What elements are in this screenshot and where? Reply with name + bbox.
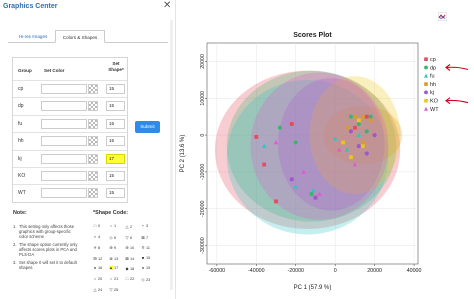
annotation-arrow-dp [445,66,469,71]
legend-label-fu: fu [430,74,435,80]
legend-label-cp: cp [430,57,436,63]
scores-plot: -60000 -40000 -20000 0 20000 40000 -30000 -2000… [180,32,469,291]
chart-title: Scores Plot [293,32,332,39]
data-point-kj [348,129,354,134]
x-tick-label: -40000 [248,268,265,274]
data-point-dp [364,129,369,134]
legend-label-hh: hh [430,82,436,88]
data-point-dp [309,191,314,197]
data-point-dp [368,114,373,119]
data-point-hh [345,125,349,130]
legend-label-kj: kj [430,90,434,96]
legend-label-KO: KO [430,99,439,105]
y-tick-label: -30000 [200,237,206,254]
data-point-KO [341,140,345,145]
y-axis-label: PC 2 (13.6 %) [180,135,186,173]
data-point-kj [356,144,361,149]
data-point-cp [262,162,267,167]
x-tick-label: 40000 [407,268,422,274]
data-point-hh [352,114,357,119]
legend-symbol-cp [424,57,428,61]
y-tick-label: 0 [200,134,206,137]
legend-symbol-KO [424,98,428,103]
metaboanalyst-wave-icon[interactable] [438,12,447,21]
confidence-ellipse-WT [250,72,389,220]
screen: Graphics Center ✕ Hi-res Images Colors &… [0,0,474,299]
legend-symbol-dp [424,65,428,70]
legend-label-WT: WT [430,107,439,113]
x-tick-label: 20000 [367,268,382,274]
legend-symbol-fu [424,73,428,78]
x-tick-label: -60000 [209,268,226,274]
data-point-cp [352,125,357,130]
legend-symbol-hh [424,82,428,86]
data-point-KO [356,118,361,123]
y-tick-label: -10000 [200,164,206,181]
legend-symbol-WT [424,106,428,111]
y-tick-label: -20000 [200,200,206,217]
data-point-hh [360,140,365,145]
data-point-dp [348,114,354,119]
y-tick-label: 20000 [200,54,206,69]
y-tick-label: 10000 [200,91,206,106]
x-tick-label: -20000 [287,268,304,274]
data-point-cp [289,122,294,126]
data-point-kj [289,177,294,182]
data-point-hh [368,118,373,123]
data-point-KO [349,155,353,160]
data-point-dp [277,125,283,130]
x-axis-label: PC 1 (57.9 %) [294,285,332,291]
data-point-kj [313,195,318,200]
data-point-cp [364,114,369,119]
legend-symbol-kj [424,90,428,95]
data-point-KO [360,144,365,149]
data-point-kj [372,132,377,138]
data-point-dp [293,140,298,145]
data-point-cp [254,135,259,139]
data-point-hh [360,114,365,119]
annotation-arrow-KO [445,99,469,104]
data-point-dp [356,121,361,127]
legend-label-dp: dp [430,65,436,71]
data-point-kj [364,151,369,156]
data-point-cp [274,199,278,204]
x-tick-label: 0 [334,268,337,274]
